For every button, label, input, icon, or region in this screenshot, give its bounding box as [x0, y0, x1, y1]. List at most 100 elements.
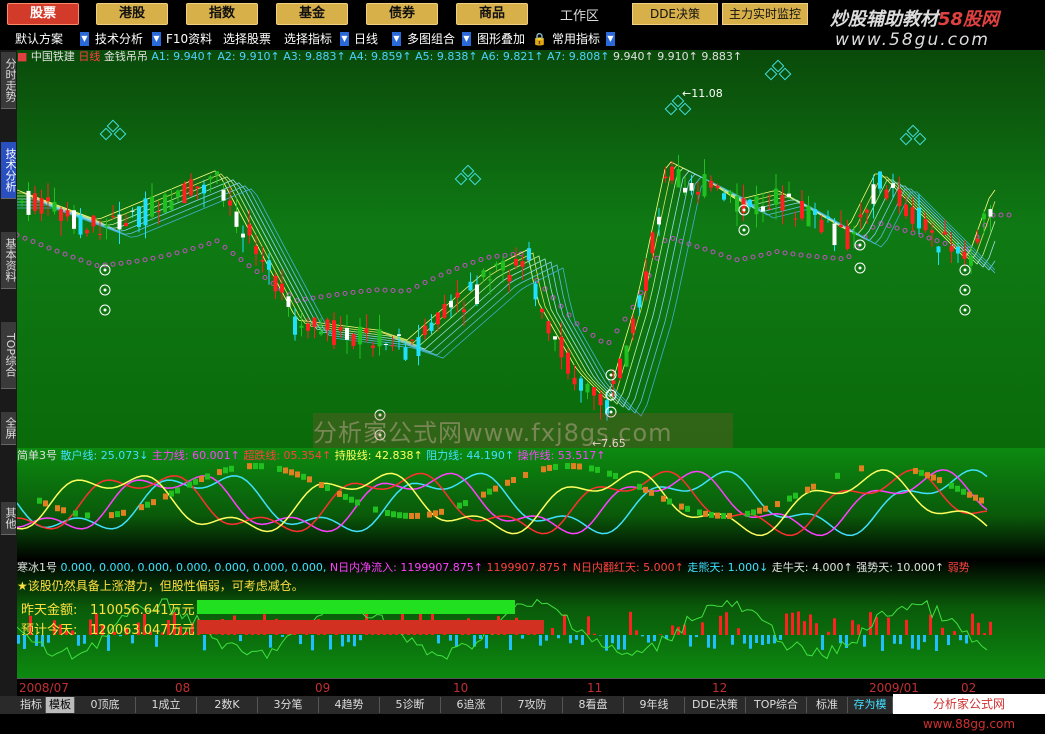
flow-bar [863, 635, 866, 647]
candle-body [573, 378, 577, 384]
signal-dot [964, 289, 967, 292]
tab-hk[interactable]: 港股 [96, 3, 168, 25]
tab-1[interactable]: 1成立 [136, 697, 197, 713]
tab-9[interactable]: 9年线 [624, 697, 685, 713]
tab-top[interactable]: TOP综合 [1, 322, 16, 389]
select-stock-menu[interactable]: 选择股票 [223, 31, 271, 47]
candle-body [917, 208, 921, 228]
tab-8[interactable]: 8看盘 [563, 697, 624, 713]
candle-body [209, 177, 213, 180]
tab-save-template[interactable]: 存为模 [848, 697, 893, 713]
ma-dot [207, 242, 211, 246]
chevron-down-icon[interactable]: ▼ [152, 32, 161, 46]
tab-fundamentals[interactable]: 基本资料 [1, 232, 16, 289]
zuli-line: 阻力线: 44.190↑ [426, 449, 514, 462]
indicator1-block [307, 476, 312, 482]
tab-technical[interactable]: 技术分析 [1, 142, 16, 199]
tab-fund[interactable]: 基金 [276, 3, 348, 25]
tab-standard[interactable]: 标准 [807, 697, 848, 713]
tab-goods[interactable]: 商品 [456, 3, 528, 25]
tab-dde[interactable]: DDE决策 [685, 697, 746, 713]
tab-index[interactable]: 指数 [186, 3, 258, 25]
tech-analysis-menu[interactable]: 技术分析 [95, 31, 143, 47]
chevron-down-icon[interactable]: ▼ [80, 32, 89, 46]
flow-bar [689, 635, 692, 647]
main-chart-panel[interactable]: ←11.08←7.65 [17, 50, 1045, 448]
default-scheme[interactable]: 默认方案 [15, 31, 63, 47]
flow-bar [563, 614, 566, 635]
flow-bar [299, 635, 302, 644]
indicator1-block [751, 509, 756, 515]
diamond-marker [900, 133, 911, 144]
f10-menu[interactable]: F10资料 [166, 31, 212, 47]
tab-fullscreen[interactable]: 全屏 [1, 412, 16, 445]
flow-bar [803, 621, 806, 635]
indicator1-block [979, 498, 984, 504]
candle-body [592, 387, 596, 395]
flow-bar [539, 635, 542, 646]
flow-bar [449, 635, 452, 641]
indicator1-block [121, 510, 126, 516]
flow-bar [671, 625, 674, 635]
lock-icon[interactable]: 🔒 [532, 31, 547, 47]
diamond-marker [907, 125, 918, 136]
ma-dot [759, 253, 763, 257]
candle-body [872, 184, 876, 204]
tab-3[interactable]: 3分笔 [258, 697, 319, 713]
flow-bar [359, 635, 362, 640]
indicator1-block [391, 511, 396, 517]
chevron-down-icon[interactable]: ▼ [462, 32, 471, 46]
candle-body [625, 346, 629, 367]
tab-bond[interactable]: 债券 [366, 3, 438, 25]
indicator1-block [949, 483, 954, 489]
indicator1-block [247, 463, 252, 469]
overlay-menu[interactable]: 图形叠加 [477, 31, 525, 47]
ma-dot [639, 291, 643, 295]
candle-body [768, 209, 772, 210]
candle-body [631, 319, 635, 334]
multi-chart-menu[interactable]: 多图组合 [407, 31, 455, 47]
tab-5[interactable]: 5诊断 [380, 697, 441, 713]
monitor-button[interactable]: 主力实时监控 [722, 3, 808, 25]
flow-bar [635, 630, 638, 635]
indicator1-block [277, 466, 282, 472]
tab-intraday[interactable]: 分时走势 [1, 52, 16, 109]
workarea-label[interactable]: 工作区 [560, 5, 599, 24]
chevron-down-icon[interactable]: ▼ [340, 32, 349, 46]
chevron-down-icon[interactable]: ▼ [392, 32, 401, 46]
indicator1-block [415, 513, 420, 519]
tab-top[interactable]: TOP综合 [746, 697, 807, 713]
dde-button[interactable]: DDE决策 [632, 3, 718, 25]
logo-url: www.58gu.com [835, 30, 990, 50]
flow-bar [965, 635, 968, 643]
ma-dot [799, 253, 803, 257]
ma-dot [175, 251, 179, 255]
indicator1-chart [17, 448, 1045, 560]
tab-indicator[interactable]: 指标 [17, 697, 46, 713]
tab-template[interactable]: 模板 [46, 697, 75, 713]
indicator1-panel[interactable] [17, 448, 1045, 560]
tab-0[interactable]: 0顶底 [75, 697, 136, 713]
candle-body [254, 246, 258, 254]
period-menu[interactable]: 日线 [354, 31, 378, 47]
tab-stocks[interactable]: 股票 [7, 3, 79, 25]
candle-body [235, 212, 239, 227]
flow-bar [941, 628, 944, 635]
indicator1-block [793, 493, 798, 499]
candle-body [287, 296, 291, 307]
select-indicator-menu[interactable]: 选择指标 [284, 31, 332, 47]
tab-7[interactable]: 7攻防 [502, 697, 563, 713]
flow-bar [827, 632, 830, 635]
chevron-down-icon[interactable]: ▼ [606, 32, 615, 46]
indicator1-block [337, 491, 342, 497]
ma-dot [383, 288, 387, 292]
candle-body [131, 211, 135, 212]
candlestick-chart[interactable]: ←11.08←7.65 [17, 50, 1045, 448]
bear-days: 走熊天: 1.000↓ [687, 561, 768, 574]
common-indicators-menu[interactable]: 常用指标 [552, 31, 600, 47]
tab-6[interactable]: 6追涨 [441, 697, 502, 713]
flow-bar [695, 635, 698, 637]
tab-other[interactable]: 其他 [1, 502, 16, 535]
tab-2[interactable]: 2数K [197, 697, 258, 713]
tab-4[interactable]: 4趋势 [319, 697, 380, 713]
